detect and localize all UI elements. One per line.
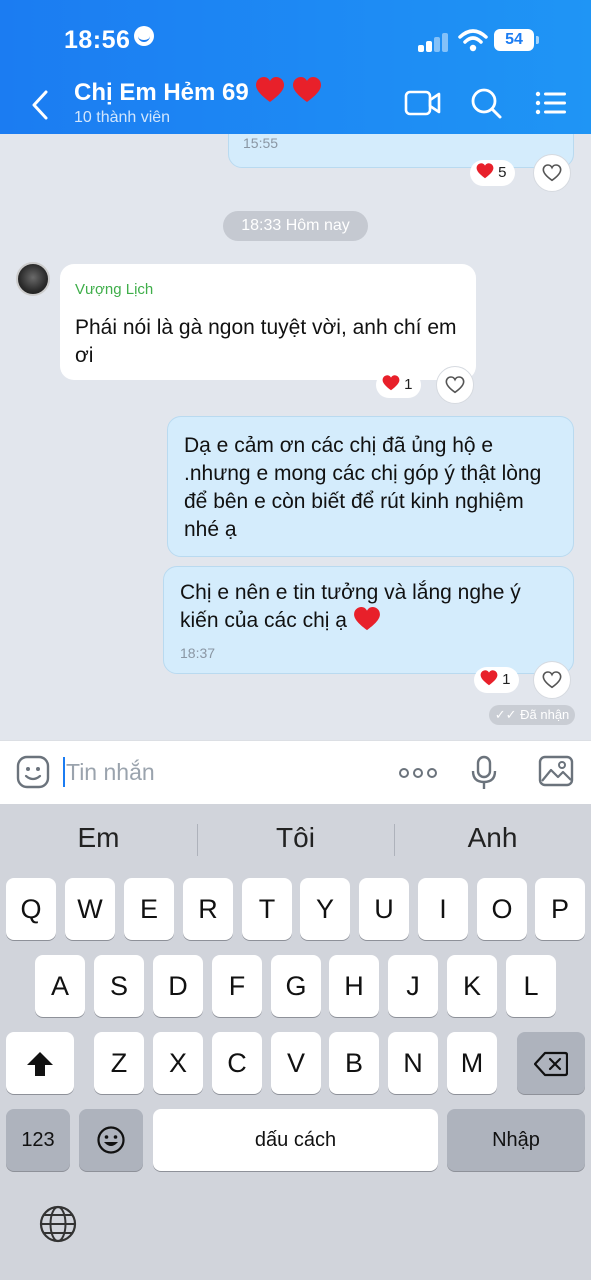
video-call-icon[interactable]	[404, 86, 442, 120]
backspace-key[interactable]	[517, 1032, 585, 1094]
key-k[interactable]: K	[447, 955, 497, 1017]
heart-icon	[382, 375, 400, 391]
heart-icon	[480, 670, 498, 686]
keyboard: Em Tôi Anh Q W E R T Y U I O P A S D F G…	[0, 804, 591, 1280]
more-options-icon[interactable]	[398, 767, 438, 779]
key-m[interactable]: M	[447, 1032, 497, 1094]
key-y[interactable]: Y	[300, 878, 350, 940]
reaction-badge[interactable]: 1	[474, 667, 519, 693]
reaction-count: 1	[502, 671, 511, 688]
heart-outline-icon	[542, 671, 562, 689]
message-text: Dạ e cảm ơn các chị đã ủng hộ e .nhưng e…	[184, 434, 542, 541]
time-separator: 18:33 Hôm nay	[223, 211, 368, 241]
message-bubble[interactable]: Dạ e cảm ơn các chị đã ủng hộ e .nhưng e…	[167, 416, 574, 557]
reaction-count: 5	[498, 164, 507, 181]
message-time: 18:37	[180, 645, 216, 661]
key-s[interactable]: S	[94, 955, 144, 1017]
message-bubble[interactable]: Vượng Lịch Phái nói là gà ngon tuyệt vời…	[60, 264, 476, 380]
emoji-icon	[97, 1126, 125, 1154]
search-icon[interactable]	[468, 86, 506, 120]
status-face-icon	[134, 26, 155, 46]
emoji-key[interactable]	[79, 1109, 143, 1171]
double-check-icon: ✓✓	[494, 707, 517, 722]
delivery-status: ✓✓ Đã nhận	[489, 705, 575, 725]
image-icon[interactable]	[538, 755, 574, 787]
key-c[interactable]: C	[212, 1032, 262, 1094]
member-count[interactable]: 10 thành viên	[74, 109, 170, 127]
sticker-icon[interactable]	[16, 755, 50, 789]
menu-icon[interactable]	[532, 86, 570, 120]
microphone-icon[interactable]	[470, 755, 498, 791]
message-text: Phái nói là gà ngon tuyệt vời, anh chí e…	[75, 316, 457, 367]
key-r[interactable]: R	[183, 878, 233, 940]
key-u[interactable]: U	[359, 878, 409, 940]
reaction-count: 1	[404, 376, 413, 393]
globe-icon[interactable]	[38, 1204, 78, 1244]
suggestion-3[interactable]: Anh	[394, 822, 591, 854]
return-key[interactable]: Nhập	[447, 1109, 585, 1171]
like-button[interactable]	[533, 661, 571, 699]
message-list[interactable]: 15:55 5 18:33 Hôm nay Vượng Lịch Phái nó…	[0, 134, 591, 740]
key-p[interactable]: P	[535, 878, 585, 940]
key-g[interactable]: G	[271, 955, 321, 1017]
key-x[interactable]: X	[153, 1032, 203, 1094]
suggestion-1[interactable]: Em	[0, 822, 197, 854]
key-l[interactable]: L	[506, 955, 556, 1017]
group-title[interactable]: Chị Em Hẻm 69	[74, 77, 322, 107]
battery-indicator: 54	[494, 29, 539, 51]
heart-outline-icon	[542, 164, 562, 182]
numbers-key[interactable]: 123	[6, 1109, 70, 1171]
like-button[interactable]	[436, 366, 474, 404]
space-key[interactable]: dấu cách	[153, 1109, 438, 1171]
shift-key[interactable]	[6, 1032, 74, 1094]
key-b[interactable]: B	[329, 1032, 379, 1094]
key-f[interactable]: F	[212, 955, 262, 1017]
backspace-icon	[533, 1051, 569, 1077]
group-name: Chị Em Hẻm 69	[74, 79, 249, 106]
sender-name[interactable]: Vượng Lịch	[75, 276, 461, 304]
key-h[interactable]: H	[329, 955, 379, 1017]
heart-outline-icon	[445, 376, 465, 394]
chat-header: 18:56 54 Chị Em Hẻm 69 10 thành viên	[0, 0, 591, 134]
like-button[interactable]	[533, 154, 571, 192]
red-heart-emoji	[353, 607, 380, 631]
message-bubble[interactable]: Chị e nên e tin tưởng và lắng nghe ý kiế…	[163, 566, 574, 674]
red-heart-emoji	[256, 77, 285, 102]
key-w[interactable]: W	[65, 878, 115, 940]
back-button[interactable]	[26, 88, 56, 122]
message-bubble[interactable]: 15:55	[228, 134, 574, 168]
key-q[interactable]: Q	[6, 878, 56, 940]
reaction-badge[interactable]: 1	[376, 372, 421, 398]
message-composer: Tin nhắn	[0, 740, 591, 804]
key-j[interactable]: J	[388, 955, 438, 1017]
key-t[interactable]: T	[242, 878, 292, 940]
suggestion-2[interactable]: Tôi	[197, 822, 394, 854]
shift-icon	[27, 1052, 53, 1076]
red-heart-emoji	[293, 77, 322, 102]
cellular-signal-icon	[418, 32, 450, 52]
heart-icon	[476, 163, 494, 179]
key-v[interactable]: V	[271, 1032, 321, 1094]
message-input[interactable]: Tin nhắn	[66, 759, 155, 786]
wifi-icon	[458, 29, 488, 52]
key-i[interactable]: I	[418, 878, 468, 940]
message-text: Chị e nên e tin tưởng và lắng nghe ý kiế…	[180, 581, 521, 632]
reaction-badge[interactable]: 5	[470, 160, 515, 186]
status-time: 18:56	[64, 26, 155, 55]
key-a[interactable]: A	[35, 955, 85, 1017]
key-z[interactable]: Z	[94, 1032, 144, 1094]
avatar[interactable]	[16, 262, 50, 296]
key-e[interactable]: E	[124, 878, 174, 940]
key-n[interactable]: N	[388, 1032, 438, 1094]
text-cursor	[63, 757, 65, 787]
message-time: 15:55	[243, 135, 279, 151]
key-d[interactable]: D	[153, 955, 203, 1017]
key-o[interactable]: O	[477, 878, 527, 940]
